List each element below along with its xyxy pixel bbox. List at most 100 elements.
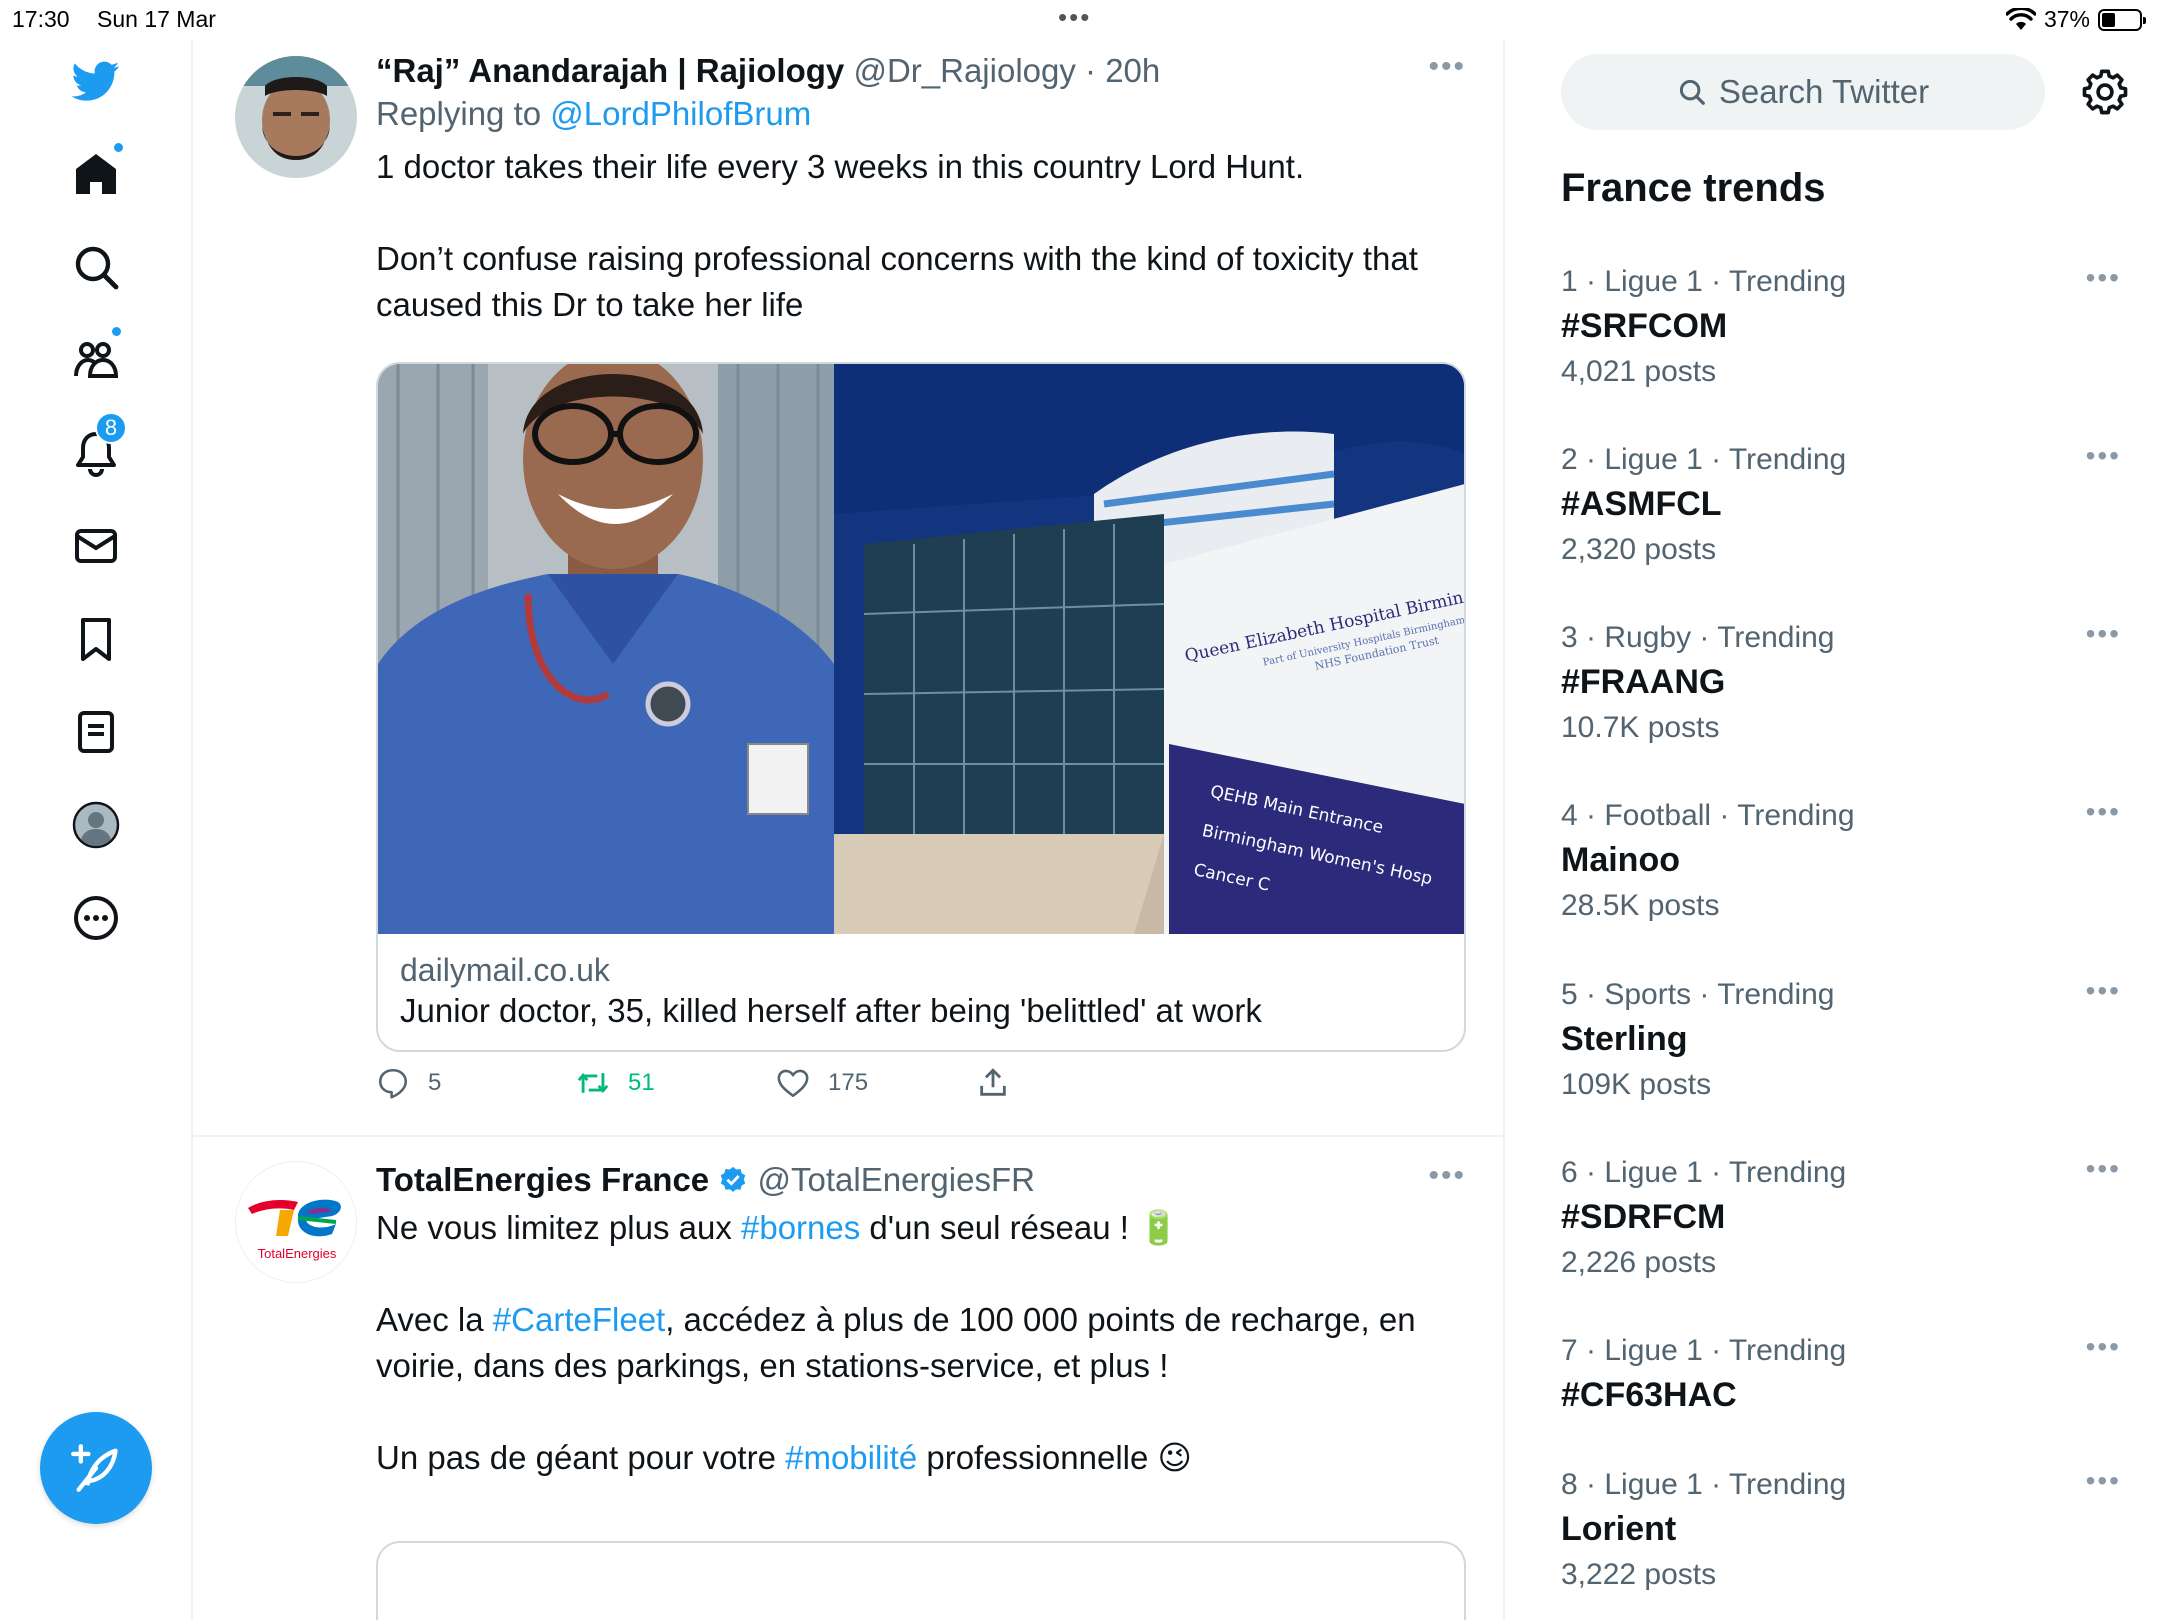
trend-category: Ligue 1 xyxy=(1604,1334,1703,1367)
more-circle-icon xyxy=(74,896,118,940)
trend-rank: 5 xyxy=(1561,978,1578,1011)
trend-more-button[interactable]: ••• xyxy=(2086,440,2121,472)
trend-more-button[interactable]: ••• xyxy=(2086,1153,2121,1185)
tweet-more-button[interactable]: ••• xyxy=(1428,50,1466,84)
reply-button[interactable]: 5 xyxy=(376,1066,441,1100)
author-handle[interactable]: @TotalEnergiesFR xyxy=(758,1161,1035,1198)
trend-item[interactable]: 7 · Ligue 1 · Trending #CF63HAC ••• xyxy=(1561,1331,2121,1451)
hashtag-link[interactable]: #bornes xyxy=(741,1209,860,1246)
author-name[interactable]: TotalEnergies France xyxy=(376,1161,709,1198)
trend-item[interactable]: 8 · Ligue 1 · Trending Lorient 3,222 pos… xyxy=(1561,1465,2121,1620)
reply-prefix: Replying to xyxy=(376,95,551,132)
trend-item[interactable]: 2 · Ligue 1 · Trending #ASMFCL 2,320 pos… xyxy=(1561,440,2121,600)
card-photo-hospital: Queen Elizabeth Hospital Birmingham Part… xyxy=(834,364,1464,934)
nav-messages[interactable] xyxy=(55,505,137,587)
trend-item[interactable]: 1 · Ligue 1 · Trending #SRFCOM 4,021 pos… xyxy=(1561,262,2121,422)
like-count: 175 xyxy=(828,1069,869,1096)
battery-percent: 37% xyxy=(2043,6,2090,32)
tweet-header: TotalEnergies France @TotalEnergiesFR xyxy=(376,1159,1466,1201)
twitter-logo-icon[interactable] xyxy=(55,40,137,122)
settings-button[interactable] xyxy=(2077,64,2133,120)
trend-category: Sports xyxy=(1604,978,1692,1011)
card-meta: dailymail.co.uk Junior doctor, 35, kille… xyxy=(378,934,1464,1050)
trend-item[interactable]: 6 · Ligue 1 · Trending #SDRFCM 2,226 pos… xyxy=(1561,1153,2121,1313)
tweet[interactable]: TotalEnergies TotalEnergies France @Tota… xyxy=(193,1137,1505,1620)
nav-home[interactable] xyxy=(55,133,137,215)
author-handle[interactable]: @Dr_Rajiology xyxy=(853,52,1075,89)
nav-lists[interactable] xyxy=(55,691,137,773)
trend-item[interactable]: 5 · Sports · Trending Sterling 109K post… xyxy=(1561,975,2121,1135)
trend-more-button[interactable]: ••• xyxy=(2086,975,2121,1007)
search-input[interactable]: Search Twitter xyxy=(1561,54,2045,130)
trend-category: Ligue 1 xyxy=(1604,443,1703,476)
tweet-time[interactable]: 20h xyxy=(1105,52,1160,89)
like-button[interactable]: 175 xyxy=(776,1066,868,1100)
trend-more-button[interactable]: ••• xyxy=(2086,262,2121,294)
nav-bookmarks[interactable] xyxy=(55,598,137,680)
trend-count: 2,320 posts xyxy=(1561,533,1717,566)
trend-count: 10.7K posts xyxy=(1561,711,1720,744)
avatar-photo xyxy=(235,56,357,178)
tweet-more-button[interactable]: ••• xyxy=(1428,1159,1466,1193)
trend-meta: 1 · Ligue 1 · Trending xyxy=(1561,265,1847,298)
trend-label: Trending xyxy=(1728,1468,1847,1501)
media-card[interactable] xyxy=(376,1541,1466,1620)
status-bar: 17:30 Sun 17 Mar ••• 37% xyxy=(0,0,2160,40)
trend-label: Trending xyxy=(1728,443,1847,476)
trend-rank: 6 xyxy=(1561,1156,1578,1189)
trend-meta: 4 · Football · Trending xyxy=(1561,799,1855,832)
trend-rank: 4 xyxy=(1561,799,1578,832)
trend-rank: 1 xyxy=(1561,265,1578,298)
multitasking-handle[interactable]: ••• xyxy=(1058,2,1091,33)
status-date: Sun 17 Mar xyxy=(97,6,216,32)
avatar[interactable] xyxy=(235,56,357,178)
compose-tweet-button[interactable] xyxy=(40,1412,152,1524)
share-button[interactable] xyxy=(976,1066,1010,1100)
nav-communities[interactable] xyxy=(55,319,137,401)
tweet-paragraph: Avec la #CarteFleet, accédez à plus de 1… xyxy=(376,1297,1466,1389)
link-card[interactable]: Queen Elizabeth Hospital Birmingham Part… xyxy=(376,362,1466,1052)
reply-count: 5 xyxy=(428,1069,442,1096)
status-time: 17:30 xyxy=(12,6,70,32)
trend-more-button[interactable]: ••• xyxy=(2086,618,2121,650)
status-right: 37% xyxy=(2005,6,2146,33)
avatar[interactable]: TotalEnergies xyxy=(235,1161,357,1283)
hashtag-link[interactable]: #CarteFleet xyxy=(493,1301,665,1338)
trend-count: 28.5K posts xyxy=(1561,889,1720,922)
trend-category: Ligue 1 xyxy=(1604,1468,1703,1501)
trend-count: 4,021 posts xyxy=(1561,355,1717,388)
nav-explore[interactable] xyxy=(55,226,137,308)
verified-badge-icon xyxy=(721,1166,746,1192)
trend-item[interactable]: 3 · Rugby · Trending #FRAANG 10.7K posts… xyxy=(1561,618,2121,778)
right-sidebar: Search Twitter France trends 1 · Ligue 1… xyxy=(1507,40,2160,1620)
tweet-paragraph: Ne vous limitez plus aux #bornes d'un se… xyxy=(376,1205,1466,1251)
trend-name: Mainoo xyxy=(1561,841,1680,879)
trend-label: Trending xyxy=(1728,1334,1847,1367)
reply-to-link[interactable]: @LordPhilofBrum xyxy=(550,95,811,132)
trend-more-button[interactable]: ••• xyxy=(2086,1465,2121,1497)
text-run: Ne vous limitez plus aux xyxy=(376,1209,741,1246)
feather-plus-icon xyxy=(71,1444,118,1492)
hashtag-link[interactable]: #mobilité xyxy=(785,1439,917,1476)
nav-profile[interactable] xyxy=(55,784,137,866)
gear-icon xyxy=(2082,69,2128,115)
trend-item[interactable]: 4 · Football · Trending Mainoo 28.5K pos… xyxy=(1561,796,2121,956)
tweet[interactable]: “Raj” Anandarajah | Rajiology @Dr_Rajiol… xyxy=(193,40,1505,1135)
tweet-paragraph: 1 doctor takes their life every 3 weeks … xyxy=(376,148,1305,185)
trend-more-button[interactable]: ••• xyxy=(2086,1331,2121,1363)
trend-rank: 3 xyxy=(1561,621,1578,654)
trend-more-button[interactable]: ••• xyxy=(2086,796,2121,828)
nav-notifications[interactable]: 8 xyxy=(55,412,137,494)
home-unread-dot xyxy=(112,141,125,154)
author-name[interactable]: “Raj” Anandarajah | Rajiology xyxy=(376,52,844,89)
nav-more[interactable] xyxy=(55,877,137,959)
trend-label: Trending xyxy=(1737,799,1855,832)
envelope-icon xyxy=(75,529,117,563)
tweet-text: 1 doctor takes their life every 3 weeks … xyxy=(376,144,1466,328)
trend-rank: 2 xyxy=(1561,443,1578,476)
retweet-button[interactable]: 51 xyxy=(576,1066,655,1100)
trend-category: Ligue 1 xyxy=(1604,265,1703,298)
trend-count: 2,226 posts xyxy=(1561,1246,1717,1279)
retweet-count: 51 xyxy=(628,1069,655,1096)
share-icon xyxy=(980,1068,1006,1096)
